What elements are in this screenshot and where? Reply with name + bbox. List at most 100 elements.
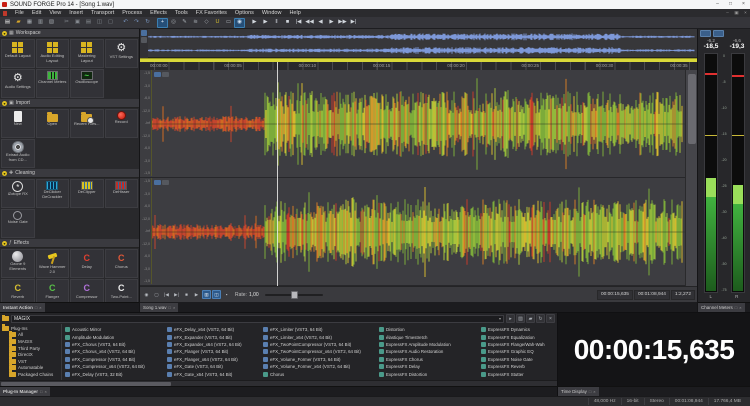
plugin-folder-combo[interactable]: MAGIX ▾ <box>11 315 504 323</box>
plugin-item[interactable]: eFX_Gate (VST3, 64 Bit) <box>167 363 259 370</box>
toolbar-button[interactable]: ▶| <box>348 18 359 28</box>
rate-slider[interactable] <box>265 294 323 296</box>
plugin-item[interactable]: eFX_Volume_Former (VST3, 64 Bit) <box>263 356 375 363</box>
toolbar-button[interactable]: ◇ <box>201 18 212 28</box>
menu-item[interactable]: Transport <box>87 10 118 16</box>
mini-transport-button[interactable]: ▶ <box>192 290 201 299</box>
menu-item[interactable]: View <box>45 10 65 16</box>
doc-close-icon[interactable]: × <box>741 10 750 16</box>
plugin-item[interactable]: Distortion <box>379 326 477 333</box>
menu-item[interactable]: Edit <box>28 10 45 16</box>
toolbar-button[interactable]: ▤ <box>83 18 94 28</box>
action-tile[interactable]: Channel Meters <box>36 69 70 98</box>
plugin-item[interactable]: eFX_Flanger (VST3, 64 Bit) <box>167 348 259 355</box>
plugin-item[interactable]: eFX_Volume_Former_x64 (VST2, 64 Bit) <box>263 363 375 370</box>
toolbar-button[interactable]: ▤ <box>2 18 13 28</box>
section-header[interactable]: ▾ ✚ Cleaning <box>0 169 139 178</box>
plugin-item[interactable]: élastique Timestretch <box>379 333 477 340</box>
action-tile[interactable]: VST Settings <box>105 39 139 68</box>
plugin-item[interactable]: eFX_Limiter_x64 (VST2, 64 Bit) <box>263 333 375 340</box>
channel-menu-icon[interactable] <box>162 72 169 77</box>
action-tile[interactable]: DeClicker DeCrackler <box>36 179 70 208</box>
minimize-icon[interactable]: – <box>711 0 724 9</box>
vertical-scrollbar[interactable] <box>685 70 697 286</box>
toolbar-button[interactable]: ▶ <box>260 18 271 28</box>
menu-item[interactable]: Tools <box>171 10 192 16</box>
maximize-icon[interactable]: □ <box>724 0 737 9</box>
toolbar-button[interactable]: ◀ <box>315 18 326 28</box>
plugin-item[interactable]: eFX_Compressor (VST3, 64 Bit) <box>65 356 163 363</box>
toolbar-button[interactable]: + <box>157 18 168 28</box>
action-tile[interactable]: Ozone 9 Elements <box>1 249 35 278</box>
plugin-item[interactable]: ExpressFX Amplitude Modulation <box>379 341 477 348</box>
menu-item[interactable]: Insert <box>65 10 87 16</box>
plugin-item[interactable]: ExpressFX Graphic EQ <box>481 348 557 355</box>
menu-item[interactable]: Effects <box>146 10 171 16</box>
plugin-item[interactable]: ExpressFX Dynamics <box>481 326 557 333</box>
toolbar-button[interactable]: ◎ <box>168 18 179 28</box>
plugin-item[interactable]: ExpressFX Equalization <box>481 333 557 340</box>
plugin-item[interactable]: eFX_Gate_x64 (VST3, 64 Bit) <box>167 370 259 377</box>
toolbar-button[interactable]: ▦ <box>24 18 35 28</box>
toolbar-button[interactable]: ▭ <box>223 18 234 28</box>
tab-float-icon[interactable]: □ <box>735 305 737 310</box>
plugin-item[interactable]: eFX_Limiter (VST3, 64 Bit) <box>263 326 375 333</box>
action-tile[interactable]: DeClipper <box>70 179 104 208</box>
toolbar-button[interactable]: ↶ <box>120 18 131 28</box>
toolbar-button[interactable]: ≋ <box>190 18 201 28</box>
plugin-item[interactable]: eFX_Flanger_x64 (VST2, 64 Bit) <box>167 356 259 363</box>
meter-options-icon[interactable] <box>700 30 711 37</box>
collapse-arrow-icon[interactable]: ▾ <box>2 101 7 106</box>
section-header[interactable]: ▾ ▦ Workspace <box>0 29 139 38</box>
menu-item[interactable]: Help <box>285 10 304 16</box>
mini-transport-button[interactable]: |◀ <box>162 290 171 299</box>
scrollbar-thumb[interactable] <box>688 74 696 144</box>
tab-float-icon[interactable]: □ <box>35 305 37 310</box>
plugin-item[interactable]: ExpressFX Chorus <box>379 356 477 363</box>
action-tile[interactable]: Delay <box>70 249 104 278</box>
tab-float-icon[interactable]: □ <box>40 389 42 394</box>
doc-minimize-icon[interactable]: – <box>723 10 732 16</box>
toolbar-button[interactable]: ▶ <box>326 18 337 28</box>
toolbar-button[interactable]: ▢ <box>105 18 116 28</box>
plugin-item[interactable]: eFX_Delay_x64 (VST2, 64 Bit) <box>167 326 259 333</box>
menu-item[interactable]: Options <box>231 10 258 16</box>
channel-right[interactable]: -1,5-3,0-6,0-12,0-Inf-12,0-6,0-3,0-1,5 <box>140 178 685 286</box>
action-tile[interactable]: Noise Gate <box>1 209 35 238</box>
wave-area[interactable]: -1,5-3,0-6,0-12,0-Inf-12,0-6,0-3,0-1,5 -… <box>140 70 685 286</box>
toolbar-button[interactable]: ↷ <box>131 18 142 28</box>
meter-scale-icon[interactable] <box>713 30 724 37</box>
channel-menu-icon[interactable] <box>162 180 169 185</box>
mini-transport-button[interactable]: ◫ <box>212 290 221 299</box>
plugin-toolbar-button[interactable]: ▰ <box>526 314 535 323</box>
menu-item[interactable]: Window <box>258 10 286 16</box>
action-tile[interactable]: iZotope RX <box>1 179 35 208</box>
menu-item[interactable]: File <box>11 10 28 16</box>
plugin-item[interactable]: Amplitude Modulation <box>65 333 163 340</box>
mini-transport-button[interactable]: ▥ <box>202 290 211 299</box>
channel-meter-icon[interactable] <box>154 180 161 185</box>
plugin-item[interactable]: eFX_Compressor_x64 (VST2, 64 Bit) <box>65 363 163 370</box>
tab-close-icon[interactable]: × <box>44 389 46 394</box>
plugin-toolbar-button[interactable]: ▨ <box>516 314 525 323</box>
toolbar-button[interactable]: ◫ <box>94 18 105 28</box>
toolbar-button[interactable]: |◀ <box>293 18 304 28</box>
toolbar-button[interactable]: ◉ <box>234 18 245 28</box>
tab-close-icon[interactable]: × <box>39 305 41 310</box>
plugin-item[interactable]: eFX_TwoPointCompressor (VST3, 64 Bit) <box>263 341 375 348</box>
plugin-item[interactable]: ExpressFX Stutter <box>481 370 557 377</box>
tab-float-icon[interactable]: □ <box>169 305 171 310</box>
plugin-item[interactable]: ExpressFX Noise Gate <box>481 356 557 363</box>
time-ruler[interactable]: 00:00:0000:00:0500:00:1000:00:1500:00:20… <box>140 62 697 70</box>
playback-cursor[interactable] <box>277 62 278 286</box>
plugin-item[interactable]: eFX_Expander (VST3, 64 Bit) <box>167 333 259 340</box>
collapse-arrow-icon[interactable]: ▾ <box>2 241 7 246</box>
tab-close-icon[interactable]: × <box>593 389 595 394</box>
menu-item[interactable]: FX Favorites <box>192 10 231 16</box>
plugin-item[interactable]: ExpressFX Distortion <box>379 370 477 377</box>
waveform-left[interactable] <box>152 71 685 177</box>
instant-action-tab[interactable]: Instant Action □ × <box>0 303 45 312</box>
action-tile[interactable]: Wave Hammer 2.0 <box>36 249 70 278</box>
toolbar-button[interactable]: ▰ <box>13 18 24 28</box>
action-tile[interactable]: Extract Audio from CD... <box>1 139 35 168</box>
